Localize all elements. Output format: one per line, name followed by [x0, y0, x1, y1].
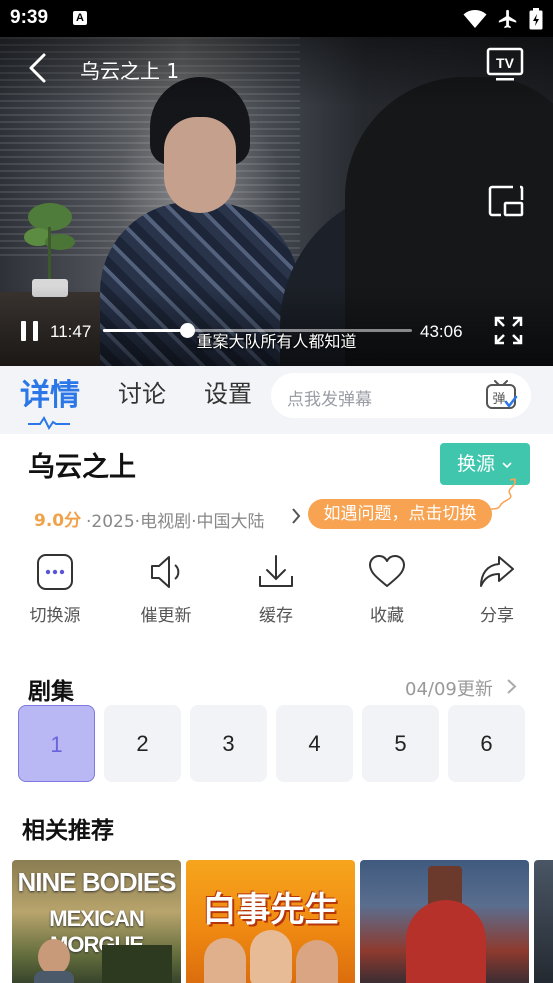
cast-tv-icon[interactable]: TV — [486, 47, 524, 83]
battery-icon — [529, 8, 543, 30]
episodes-title: 剧集 — [28, 679, 74, 705]
danmaku-input[interactable]: 点我发弹幕 弹 — [271, 373, 531, 418]
fullscreen-icon[interactable] — [494, 316, 523, 345]
chevron-right-icon[interactable] — [289, 506, 303, 526]
action-label: 分享 — [480, 606, 514, 626]
action-share[interactable]: 分享 — [442, 548, 552, 626]
back-arrow-icon[interactable] — [22, 51, 56, 85]
action-row: 切换源 催更新 缓存 收藏 分享 — [0, 548, 553, 634]
heart-icon — [369, 555, 405, 587]
danmaku-placeholder: 点我发弹幕 — [287, 390, 372, 410]
action-switch-source[interactable]: 切换源 — [0, 548, 110, 626]
picture-in-picture-icon[interactable] — [487, 184, 525, 218]
action-request-update[interactable]: 催更新 — [111, 548, 221, 626]
recommend-poster[interactable] — [360, 860, 529, 983]
svg-text:TV: TV — [496, 55, 515, 71]
tab-discussion[interactable]: 讨论 — [118, 374, 166, 409]
chevron-down-icon — [502, 461, 512, 468]
tab-settings[interactable]: 设置 — [204, 374, 252, 409]
show-title: 乌云之上 — [28, 452, 136, 483]
danmaku-badge: 弹 — [492, 392, 505, 407]
action-label: 收藏 — [370, 606, 404, 626]
episode-button[interactable]: 6 — [448, 705, 525, 782]
switch-source-icon — [37, 554, 73, 590]
status-icons — [463, 8, 543, 30]
video-frame-person-face — [164, 117, 236, 213]
poster-figure — [34, 939, 172, 983]
video-frame-plant — [24, 203, 75, 297]
wifi-icon — [463, 10, 487, 28]
total-time: 43:06 — [420, 322, 463, 341]
change-source-label: 换源 — [456, 453, 495, 475]
notification-a-icon: A — [73, 11, 87, 25]
danmaku-toggle-icon[interactable]: 弹 — [484, 378, 518, 412]
airplane-mode-icon — [498, 9, 517, 29]
switch-tip-bubble[interactable]: 如遇问题，点击切换 — [308, 499, 492, 529]
episode-button[interactable]: 3 — [190, 705, 267, 782]
video-player[interactable]: 乌云之上 1 TV 11:47 重案大队所有人都知道 43:06 — [0, 37, 553, 366]
recommend-poster[interactable] — [534, 860, 553, 983]
poster-title-line1: NINE BODIES — [17, 867, 176, 897]
status-bar: 9:39 A — [0, 0, 553, 37]
action-download[interactable]: 缓存 — [221, 548, 331, 626]
action-label: 缓存 — [259, 606, 293, 626]
recommend-title: 相关推荐 — [22, 818, 114, 844]
tabs-row: 详情 讨论 设置 点我发弹幕 弹 — [0, 366, 553, 434]
action-label: 催更新 — [140, 606, 192, 626]
download-icon — [259, 555, 293, 587]
active-tab-wave-icon — [28, 416, 70, 430]
tab-details[interactable]: 详情 — [20, 370, 80, 414]
recommend-poster[interactable]: NINE BODIES MEXICAN MORGUE — [12, 860, 181, 983]
poster-faces — [204, 930, 339, 983]
episode-button[interactable]: 4 — [276, 705, 353, 782]
poster-figure — [406, 900, 486, 983]
show-rating: 9.0分 — [34, 511, 82, 531]
status-time: 9:39 — [10, 7, 49, 28]
share-icon — [480, 556, 514, 587]
episode-button[interactable]: 1 — [18, 705, 95, 782]
chevron-right-icon[interactable] — [505, 677, 518, 696]
show-meta: ·2025·电视剧·中国大陆 — [86, 512, 265, 532]
episode-button[interactable]: 5 — [362, 705, 439, 782]
episodes-update-info[interactable]: 04/09更新 — [405, 675, 493, 701]
action-favorite[interactable]: 收藏 — [332, 548, 442, 626]
recommend-poster[interactable]: 白事先生 — [186, 860, 355, 983]
video-title: 乌云之上 1 — [80, 59, 180, 83]
action-label: 切换源 — [29, 606, 81, 626]
poster-title: 白事先生 — [202, 890, 339, 930]
video-subtitle: 重案大队所有人都知道 — [196, 332, 357, 351]
recommend-list: NINE BODIES MEXICAN MORGUE 白事先生 — [12, 860, 553, 983]
speaker-icon — [151, 556, 180, 588]
episode-button[interactable]: 2 — [104, 705, 181, 782]
